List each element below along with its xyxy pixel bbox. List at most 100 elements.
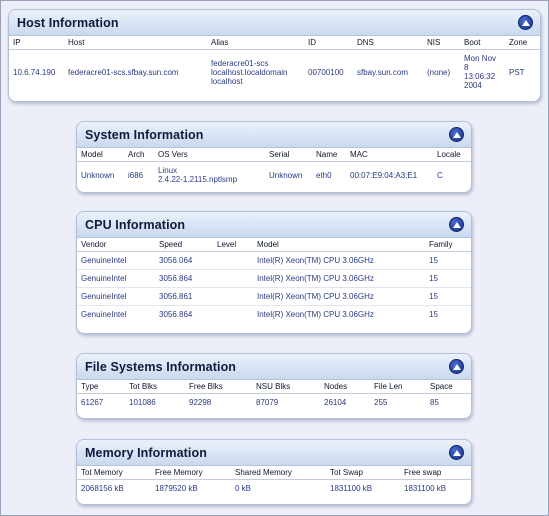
- cpu-family: 15: [425, 269, 471, 288]
- host-table: IP Host Alias ID DNS NIS Boot Zone 10.6.…: [9, 36, 540, 94]
- fs-tot-blks: 101086: [129, 398, 156, 407]
- fs-header-space: Space: [426, 380, 471, 394]
- cpu-model: Intel(R) Xeon(TM) CPU 3.06GHz: [257, 310, 374, 319]
- memory-header-tot: Tot Memory: [77, 466, 151, 480]
- host-zone: PST: [509, 67, 525, 77]
- fs-type: 61267: [81, 398, 104, 407]
- host-boot: Mon Nov 8 13:06:32 2004: [460, 50, 505, 95]
- system-os-line: Linux: [158, 166, 178, 175]
- fs-table: Type Tot Blks Free Blks NSU Blks Nodes F…: [77, 380, 471, 411]
- system-header-name: Name: [312, 148, 346, 162]
- host-panel-header: Host Information: [9, 10, 540, 36]
- fs-nsu-blks: 87079: [256, 398, 279, 407]
- cpu-vendor: GenuineIntel: [77, 269, 155, 288]
- host-ip: 10.6.74.190: [13, 67, 56, 77]
- cpu-level: [213, 251, 253, 270]
- fs-nodes: 26104: [324, 398, 347, 407]
- cpu-speed: 3056.861: [155, 287, 213, 306]
- table-row: 10.6.74.190 federacre01-scs.sfbay.sun.co…: [9, 50, 540, 95]
- memory-free-swap: 1831100 kB: [404, 484, 447, 493]
- host-panel-title: Host Information: [17, 15, 119, 30]
- memory-tot-swap: 1831100 kB: [330, 484, 373, 493]
- system-arch: i686: [128, 170, 144, 180]
- cpu-collapse-icon[interactable]: [449, 217, 464, 232]
- table-row: GenuineIntel 3056.864 Intel(R) Xeon(TM) …: [77, 269, 471, 288]
- system-panel-header: System Information: [77, 122, 471, 148]
- cpu-panel-header: CPU Information: [77, 212, 471, 238]
- cpu-family: 15: [429, 310, 438, 319]
- cpu-header-family: Family: [425, 238, 471, 252]
- cpu-level: [213, 306, 253, 324]
- host-nis: (none): [427, 67, 451, 77]
- system-header-model: Model: [77, 148, 124, 162]
- host-boot-line: 13:06:32: [464, 72, 496, 81]
- fs-header-type: Type: [77, 380, 125, 394]
- host-boot-line: 2004: [464, 81, 482, 90]
- fs-header-file-len: File Len: [370, 380, 426, 394]
- host-boot-line: 8: [464, 63, 469, 72]
- system-header-serial: Serial: [265, 148, 312, 162]
- fs-header-nodes: Nodes: [320, 380, 370, 394]
- cpu-header-model: Model: [253, 238, 425, 252]
- cpu-panel-title: CPU Information: [85, 217, 186, 232]
- memory-panel-header: Memory Information: [77, 440, 471, 466]
- table-row: GenuineIntel 3056.864 Intel(R) Xeon(TM) …: [77, 306, 471, 324]
- host-header-boot: Boot: [460, 36, 505, 50]
- host-header-ip: IP: [9, 36, 64, 50]
- system-model: Unknown: [81, 170, 115, 180]
- memory-header-free-swap: Free swap: [400, 466, 471, 480]
- fs-collapse-icon[interactable]: [449, 359, 464, 374]
- host-header-nis: NIS: [423, 36, 460, 50]
- cpu-speed: 3056.864: [159, 310, 193, 319]
- host-alias: federacre01-scs localhost.localdomain lo…: [207, 50, 304, 95]
- file-systems-information-panel: File Systems Information Type Tot Blks F…: [76, 353, 472, 419]
- system-header-mac: MAC: [346, 148, 433, 162]
- memory-information-panel: Memory Information Tot Memory Free Memor…: [76, 439, 472, 505]
- memory-collapse-icon[interactable]: [449, 445, 464, 460]
- table-row: GenuineIntel 3056.861 Intel(R) Xeon(TM) …: [77, 287, 471, 306]
- cpu-model: Intel(R) Xeon(TM) CPU 3.06GHz: [253, 251, 425, 270]
- cpu-information-panel: CPU Information Vendor Speed Level Model…: [76, 211, 472, 334]
- cpu-speed: 3056.864: [155, 269, 213, 288]
- host-boot-line: Mon Nov: [464, 54, 497, 63]
- cpu-table: Vendor Speed Level Model Family GenuineI…: [77, 238, 471, 323]
- memory-header-free: Free Memory: [151, 466, 231, 480]
- cpu-header-speed: Speed: [155, 238, 213, 252]
- system-os-version: Linux 2.4.22-1.2115.nptlsmp: [154, 162, 265, 189]
- host-alias-line: localhost.localdomain: [211, 67, 288, 77]
- memory-free: 1879520 kB: [155, 484, 198, 493]
- system-collapse-icon[interactable]: [449, 127, 464, 142]
- host-collapse-icon[interactable]: [518, 15, 533, 30]
- cpu-header-level: Level: [213, 238, 253, 252]
- cpu-model: Intel(R) Xeon(TM) CPU 3.06GHz: [253, 269, 425, 288]
- host-header-alias: Alias: [207, 36, 304, 50]
- system-name: eth0: [316, 170, 332, 180]
- cpu-header-vendor: Vendor: [77, 238, 155, 252]
- system-locale: C: [437, 170, 443, 180]
- memory-panel-title: Memory Information: [85, 445, 207, 460]
- system-information-panel: System Information Model Arch OS Vers Se…: [76, 121, 472, 193]
- cpu-model: Intel(R) Xeon(TM) CPU 3.06GHz: [253, 287, 425, 306]
- host-header-id: ID: [304, 36, 353, 50]
- host-alias-line: localhost: [211, 76, 243, 86]
- cpu-vendor: GenuineIntel: [81, 310, 127, 319]
- table-row: Unknown i686 Linux 2.4.22-1.2115.nptlsmp…: [77, 162, 471, 189]
- fs-header-tot-blks: Tot Blks: [125, 380, 185, 394]
- host-information-panel: Host Information IP Host Alias ID DNS NI…: [8, 9, 541, 102]
- system-mac: 00:07:E9:04:A3:E1: [350, 170, 418, 180]
- system-header-osvers: OS Vers: [154, 148, 265, 162]
- cpu-vendor: GenuineIntel: [77, 251, 155, 270]
- system-header-arch: Arch: [124, 148, 154, 162]
- table-row: 2068156 kB 1879520 kB 0 kB 1831100 kB 18…: [77, 480, 471, 498]
- cpu-level: [213, 269, 253, 288]
- fs-file-len: 255: [374, 398, 388, 407]
- cpu-vendor: GenuineIntel: [77, 287, 155, 306]
- memory-table: Tot Memory Free Memory Shared Memory Tot…: [77, 466, 471, 497]
- fs-header-nsu-blks: NSU Blks: [252, 380, 320, 394]
- host-alias-line: federacre01-scs: [211, 58, 269, 68]
- system-serial: Unknown: [269, 170, 303, 180]
- host-id: 00700100: [308, 67, 344, 77]
- system-table: Model Arch OS Vers Serial Name MAC Local…: [77, 148, 471, 188]
- host-header-host: Host: [64, 36, 207, 50]
- memory-header-shared: Shared Memory: [231, 466, 326, 480]
